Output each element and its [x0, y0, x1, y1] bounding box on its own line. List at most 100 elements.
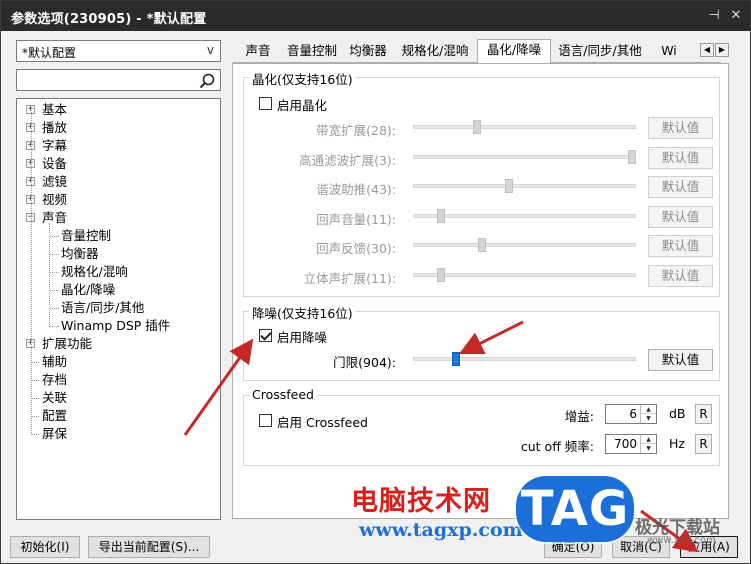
crystal-slider-thumb[interactable] — [505, 179, 513, 193]
tree-search-input[interactable] — [16, 69, 221, 91]
spin-down-icon[interactable]: ▼ — [641, 444, 656, 453]
gain-unit: dB — [669, 406, 686, 421]
threshold-slider-thumb[interactable] — [452, 352, 460, 366]
crystal-default-button[interactable]: 默认值 — [648, 235, 713, 257]
crystal-default-button[interactable]: 默认值 — [648, 265, 713, 287]
cutoff-unit: Hz — [669, 436, 685, 451]
crystal-slider-thumb[interactable] — [437, 209, 445, 223]
tree-item-label: 字幕 — [42, 138, 68, 153]
tree-item-label: 播放 — [42, 120, 68, 135]
crystal-default-button[interactable]: 默认值 — [648, 147, 713, 169]
crystal-slider-track[interactable] — [413, 243, 636, 247]
crossfeed-enable-label: 启用 Crossfeed — [277, 415, 368, 430]
tree-item-label: 均衡器 — [61, 246, 99, 261]
tree-item[interactable]: 视频 — [42, 191, 67, 209]
tree-connector — [49, 308, 59, 309]
tree-item[interactable]: Winamp DSP 插件 — [61, 317, 170, 335]
threshold-slider-track[interactable] — [413, 357, 636, 361]
tree-item[interactable]: 语言/同步/其他 — [61, 299, 144, 317]
spin-down-icon[interactable]: ▼ — [641, 414, 656, 423]
pin-icon[interactable]: ⊣ — [705, 7, 723, 25]
tree-guide — [31, 107, 32, 435]
crystal-slider-thumb[interactable] — [628, 150, 636, 164]
search-icon[interactable] — [198, 72, 216, 90]
crystal-slider-thumb[interactable] — [478, 238, 486, 252]
gain-reset-button[interactable]: R — [695, 404, 712, 424]
tab-3[interactable]: 均衡器 — [343, 41, 393, 63]
tree-connector — [49, 254, 59, 255]
tree-item[interactable]: 设备 — [42, 155, 67, 173]
spin-up-icon[interactable]: ▲ — [641, 405, 656, 414]
tab-5[interactable]: 晶化/降噪 — [477, 39, 551, 64]
tree-item[interactable]: 规格化/混响 — [61, 263, 128, 281]
tab-1[interactable]: 声音 — [235, 41, 281, 63]
crystal-default-button[interactable]: 默认值 — [648, 206, 713, 228]
tree-guide — [49, 223, 50, 327]
tab-4[interactable]: 规格化/混响 — [393, 41, 477, 63]
tree-item[interactable]: 关联 — [42, 389, 67, 407]
crystal-slider-thumb[interactable] — [437, 268, 445, 282]
watermark-logo: TAG — [516, 476, 634, 542]
crossfeed-group: Crossfeed 启用 Crossfeed 增益: 6 ▲ ▼ dB R cu… — [243, 387, 720, 466]
watermark-download-url: www.xz7.com — [647, 535, 716, 546]
crystal-slider-track[interactable] — [413, 273, 636, 277]
denoise-enable-checkbox[interactable] — [259, 329, 272, 342]
tab-scroll-right-icon[interactable]: ▶ — [715, 43, 729, 57]
crystal-enable-checkbox[interactable] — [259, 97, 272, 110]
cutoff-spinner-arrows: ▲ ▼ — [640, 435, 656, 453]
tree-item[interactable]: 存档 — [42, 371, 67, 389]
crystal-default-button[interactable]: 默认值 — [648, 117, 713, 139]
tree-item[interactable]: 辅助 — [42, 353, 67, 371]
crystal-slider-track[interactable] — [413, 125, 636, 129]
crystal-group-title: 晶化(仅支持16位) — [249, 69, 356, 88]
crystal-slider-track[interactable] — [413, 184, 636, 188]
crystal-slider-track[interactable] — [413, 214, 636, 218]
init-button[interactable]: 初始化(I) — [10, 536, 80, 558]
export-config-button[interactable]: 导出当前配置(S)... — [88, 536, 210, 558]
crystal-default-button[interactable]: 默认值 — [648, 176, 713, 198]
crystal-slider-track[interactable] — [413, 155, 636, 159]
chevron-down-icon: v — [206, 43, 214, 57]
tab-2[interactable]: 音量控制 — [281, 41, 343, 63]
crossfeed-enable-checkbox[interactable] — [259, 414, 272, 427]
tree-item[interactable]: 配置 — [42, 407, 67, 425]
gain-spinner[interactable]: 6 ▲ ▼ — [605, 404, 657, 424]
tree-connector — [31, 398, 39, 399]
settings-tree[interactable]: 基本 + 播放 + 字幕 + 设备 + 滤镜 + 视频 + 声音 − 音量控制 均衡器 规格化/混响 晶化/降噪语… — [16, 98, 221, 520]
tree-connector — [49, 290, 59, 291]
tree-connector — [31, 416, 39, 417]
tree-item[interactable]: 扩展功能 — [42, 335, 92, 353]
tab-scroll-left-icon[interactable]: ◀ — [700, 43, 714, 57]
cutoff-spinner[interactable]: 700 ▲ ▼ — [605, 434, 657, 454]
tab-6[interactable]: 语言/同步/其他 — [551, 41, 649, 63]
gain-value: 6 — [629, 407, 637, 421]
tree-item[interactable]: 播放 — [42, 119, 67, 137]
tree-item[interactable]: 晶化/降噪 — [61, 281, 115, 299]
tree-item[interactable]: 音量控制 — [61, 227, 111, 245]
tree-item[interactable]: 声音 — [42, 209, 67, 227]
tree-item[interactable]: 滤镜 — [42, 173, 67, 191]
settings-panel: 晶化(仅支持16位) 启用晶化 带宽扩展(28): 默认值 高通滤波扩展(3): 默认… — [232, 63, 729, 519]
profile-select[interactable]: *默认配置 v — [16, 40, 221, 62]
tree-connector — [49, 326, 59, 327]
spin-up-icon[interactable]: ▲ — [641, 435, 656, 444]
crystal-slider-thumb[interactable] — [473, 120, 481, 134]
tree-item-label: 语言/同步/其他 — [61, 300, 145, 315]
close-icon[interactable]: ✕ — [727, 7, 745, 25]
watermark-site-name: 电脑技术网 — [351, 486, 491, 517]
tree-item-label: 晶化/降噪 — [61, 282, 116, 297]
threshold-default-button[interactable]: 默认值 — [648, 349, 713, 371]
tab-strip: 声音 音量控制 均衡器 规格化/混响 晶化/降噪 语言/同步/其他 Wi — [233, 39, 721, 64]
denoise-group: 降噪(仅支持16位) 启用降噪 门限(904): 默认值 — [243, 303, 720, 381]
tree-item[interactable]: 基本 — [42, 101, 67, 119]
tab-7[interactable]: Wi — [649, 41, 689, 63]
tree-item[interactable]: 字幕 — [42, 137, 67, 155]
watermark-site-url: www.tagxp.com — [359, 519, 523, 541]
cutoff-reset-button[interactable]: R — [695, 434, 712, 454]
tree-item[interactable]: 均衡器 — [61, 245, 99, 263]
cutoff-label: cut off 频率: — [520, 439, 594, 454]
tree-item[interactable]: 屏保 — [42, 425, 67, 443]
crystal-group: 晶化(仅支持16位) 启用晶化 带宽扩展(28): 默认值 高通滤波扩展(3): 默认… — [243, 69, 720, 297]
crystal-slider-label: 高通滤波扩展(3): — [299, 153, 396, 168]
title-bar: 参数选项(230905) - *默认配置 ⊣ ✕ — [1, 1, 750, 31]
